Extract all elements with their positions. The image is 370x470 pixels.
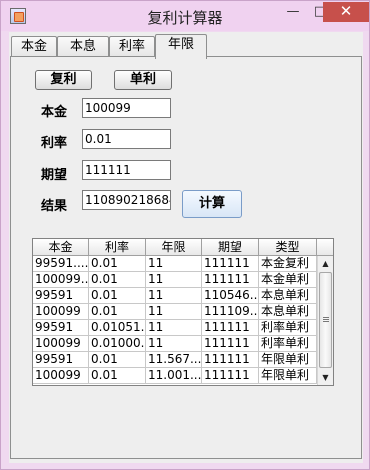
cell-target: 111111 <box>202 336 259 352</box>
tab-rate[interactable]: 利率 <box>109 36 155 58</box>
table-row[interactable]: 99591 0.01051... 11 111111 利率单利 <box>33 320 317 336</box>
table-row[interactable]: 99591 0.01 11.567... 111111 年限单利 <box>33 352 317 368</box>
cell-target: 111109.... <box>202 304 259 320</box>
header-corner <box>317 239 333 256</box>
cell-rate: 0.01 <box>89 368 146 384</box>
cell-years: 11.567... <box>146 352 202 368</box>
target-label: 期望 <box>41 168 68 183</box>
arrow-up-icon[interactable]: ▲ <box>318 256 333 271</box>
years-panel: 复利 单利 本金 100099 利率 0.01 期望 111111 结果 110… <box>10 56 362 459</box>
simple-button[interactable]: 单利 <box>114 70 172 90</box>
column-header-years[interactable]: 年限 <box>146 239 202 256</box>
client-area: 本金 本息 利率 年限 复利 单利 本金 100099 利率 0.01 期望 1… <box>9 32 363 463</box>
cell-target: 111111 <box>202 352 259 368</box>
cell-years: 11 <box>146 272 202 288</box>
cell-rate: 0.01051... <box>89 320 146 336</box>
grip-icon <box>323 317 329 322</box>
tab-years[interactable]: 年限 <box>155 34 207 59</box>
cell-rate: 0.01 <box>89 304 146 320</box>
column-header-rate[interactable]: 利率 <box>89 239 146 256</box>
result-label: 结果 <box>41 199 68 214</box>
cell-rate: 0.01 <box>89 256 146 272</box>
cell-years: 11 <box>146 320 202 336</box>
cell-years: 11.001... <box>146 368 202 384</box>
cell-principal: 100099 <box>33 368 89 384</box>
calculate-button[interactable]: 计算 <box>182 190 242 218</box>
close-icon: ✕ <box>339 2 353 20</box>
table-row[interactable]: 100099 0.01 11 111109.... 本息单利 <box>33 304 317 320</box>
column-header-target[interactable]: 期望 <box>202 239 259 256</box>
cell-type: 利率单利 <box>259 336 317 352</box>
tab-bar: 本金 本息 利率 年限 <box>9 34 363 59</box>
cell-principal: 99591.... <box>33 256 89 272</box>
vertical-scrollbar[interactable]: ▲ ▼ <box>317 256 333 385</box>
result-field[interactable]: 110890218684 <box>82 190 171 210</box>
scrollbar-thumb[interactable] <box>319 272 332 368</box>
minimize-button[interactable]: — <box>280 2 306 22</box>
cell-type: 本息单利 <box>259 304 317 320</box>
cell-rate: 0.01000... <box>89 336 146 352</box>
cell-target: 111111 <box>202 256 259 272</box>
cell-type: 利率单利 <box>259 320 317 336</box>
target-field[interactable]: 111111 <box>82 160 171 180</box>
cell-type: 年限单利 <box>259 352 317 368</box>
cell-principal: 100099 <box>33 304 89 320</box>
cell-years: 11 <box>146 304 202 320</box>
table-header: 本金 利率 年限 期望 类型 <box>33 239 317 256</box>
cell-rate: 0.01 <box>89 352 146 368</box>
cell-target: 111111 <box>202 272 259 288</box>
compound-button[interactable]: 复利 <box>35 70 92 90</box>
tab-principal[interactable]: 本金 <box>11 36 57 58</box>
cell-rate: 0.01 <box>89 272 146 288</box>
close-button[interactable]: ✕ <box>323 2 369 22</box>
cell-principal: 99591 <box>33 288 89 304</box>
rate-field[interactable]: 0.01 <box>82 129 171 149</box>
table-row[interactable]: 100099.... 0.01 11 111111 本金单利 <box>33 272 317 288</box>
rate-label: 利率 <box>41 136 68 151</box>
cell-years: 11 <box>146 256 202 272</box>
cell-target: 111111 <box>202 368 259 384</box>
cell-years: 11 <box>146 288 202 304</box>
cell-years: 11 <box>146 336 202 352</box>
table-row[interactable]: 99591.... 0.01 11 111111 本金复利 <box>33 256 317 272</box>
cell-principal: 99591 <box>33 320 89 336</box>
cell-target: 111111 <box>202 320 259 336</box>
arrow-down-icon[interactable]: ▼ <box>318 370 333 385</box>
cell-principal: 100099.... <box>33 272 89 288</box>
cell-target: 110546.... <box>202 288 259 304</box>
app-window: 复利计算器 — □ ✕ 本金 本息 利率 年限 复利 单利 本金 100099 … <box>0 0 370 470</box>
cell-type: 本金单利 <box>259 272 317 288</box>
cell-type: 年限单利 <box>259 368 317 384</box>
tab-principal-interest[interactable]: 本息 <box>57 36 109 58</box>
cell-type: 本息单利 <box>259 288 317 304</box>
table-row[interactable]: 100099 0.01 11.001... 111111 年限单利 <box>33 368 317 384</box>
results-table[interactable]: 本金 利率 年限 期望 类型 99591.... 0.01 11 111111 … <box>32 238 334 386</box>
principal-label: 本金 <box>41 105 68 120</box>
cell-principal: 99591 <box>33 352 89 368</box>
column-header-type[interactable]: 类型 <box>259 239 317 256</box>
table-row[interactable]: 99591 0.01 11 110546.... 本息单利 <box>33 288 317 304</box>
cell-rate: 0.01 <box>89 288 146 304</box>
title-bar[interactable]: 复利计算器 — □ ✕ <box>1 1 369 31</box>
cell-principal: 100099 <box>33 336 89 352</box>
table-row[interactable]: 100099 0.01000... 11 111111 利率单利 <box>33 336 317 352</box>
cell-type: 本金复利 <box>259 256 317 272</box>
principal-field[interactable]: 100099 <box>82 98 171 118</box>
column-header-principal[interactable]: 本金 <box>33 239 89 256</box>
minimize-icon: — <box>286 4 300 19</box>
